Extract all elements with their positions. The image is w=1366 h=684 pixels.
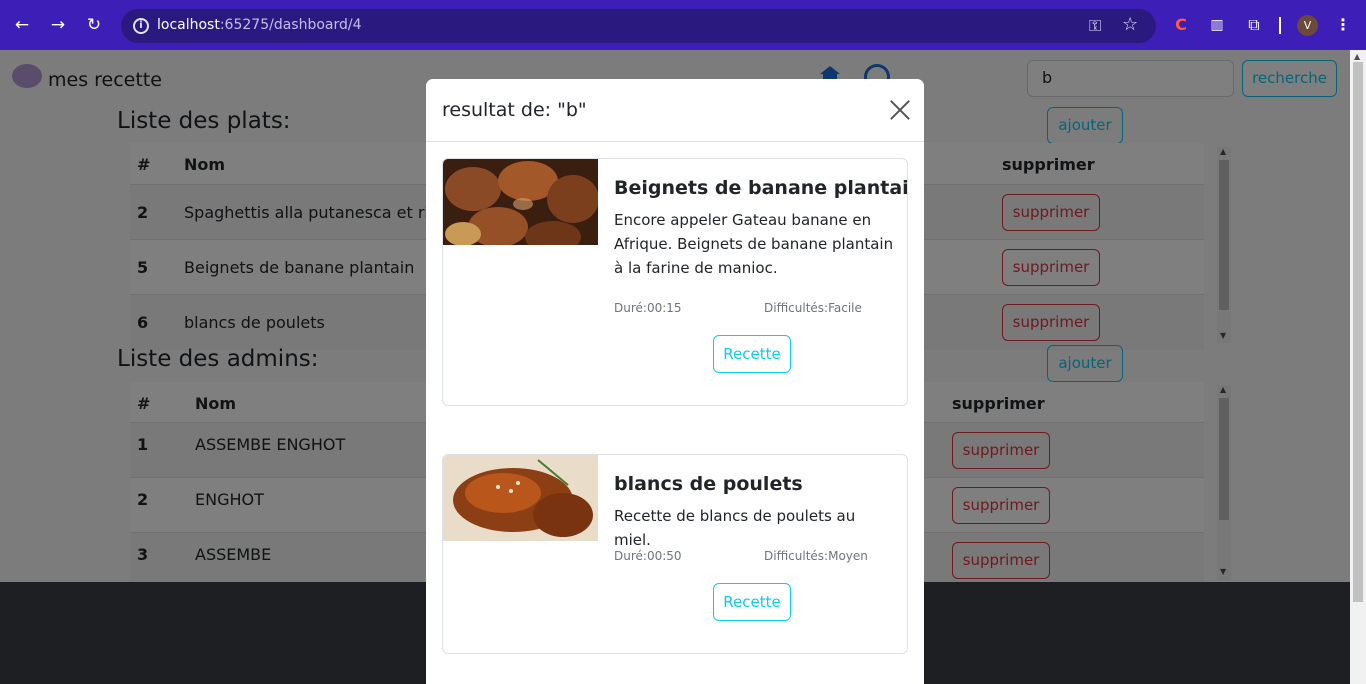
- recipe-title: Beignets de banane plantain: [614, 177, 908, 199]
- recipe-button[interactable]: Recette: [713, 335, 791, 373]
- bookmark-star-icon[interactable]: ☆: [1122, 14, 1138, 35]
- scrollbar-thumb[interactable]: [1353, 62, 1363, 602]
- reload-icon[interactable]: ↻: [84, 14, 104, 36]
- browser-toolbar: ← → ↻ i localhost:65275/dashboard/4 ⚿ ☆ …: [0, 0, 1366, 50]
- search-results-modal: resultat de: "b" Beignets de banane plan…: [426, 79, 924, 684]
- extension-popcorn-icon[interactable]: ▥: [1208, 14, 1226, 36]
- recipe-description: Recette de blancs de poulets au miel.: [614, 507, 856, 549]
- recipe-difficulty: Difficultés:Facile: [764, 301, 862, 315]
- recipe-duration: Duré:00:15: [614, 301, 682, 315]
- forward-icon[interactable]: →: [48, 14, 68, 36]
- site-info-icon[interactable]: i: [133, 18, 149, 34]
- modal-title: resultat de: "b": [442, 99, 587, 121]
- scroll-up-icon[interactable]: ▲: [1354, 52, 1360, 61]
- close-icon[interactable]: [889, 99, 911, 121]
- url-host: localhost: [157, 17, 220, 33]
- recipe-image: [443, 159, 598, 245]
- key-icon[interactable]: ⚿: [1089, 16, 1101, 36]
- recipe-description: Encore appeler Gateau banane en Afrique.…: [614, 211, 894, 277]
- back-icon[interactable]: ←: [12, 14, 32, 36]
- address-url[interactable]: localhost:65275/dashboard/4: [157, 17, 362, 33]
- url-path: :65275/dashboard/4: [219, 17, 362, 33]
- toolbar-divider: [1279, 17, 1281, 34]
- recipe-card: Beignets de banane plantain Encore appel…: [442, 158, 908, 406]
- recipe-difficulty: Difficultés:Moyen: [764, 549, 868, 563]
- recipe-card: blancs de poulets Recette de blancs de p…: [442, 454, 908, 654]
- address-bar[interactable]: i localhost:65275/dashboard/4 ⚿ ☆: [121, 9, 1156, 43]
- kebab-menu-icon[interactable]: ⋮: [1334, 14, 1352, 36]
- modal-header: resultat de: "b": [426, 79, 924, 142]
- recipe-title: blancs de poulets: [614, 473, 803, 495]
- profile-avatar[interactable]: V: [1297, 15, 1318, 36]
- page-scrollbar[interactable]: ▲: [1350, 50, 1366, 684]
- extension-icon[interactable]: C: [1172, 14, 1190, 36]
- recipe-button[interactable]: Recette: [713, 583, 791, 621]
- recipe-image: [443, 455, 598, 541]
- recipe-duration: Duré:00:50: [614, 549, 682, 563]
- extensions-puzzle-icon[interactable]: ⧉: [1244, 14, 1264, 36]
